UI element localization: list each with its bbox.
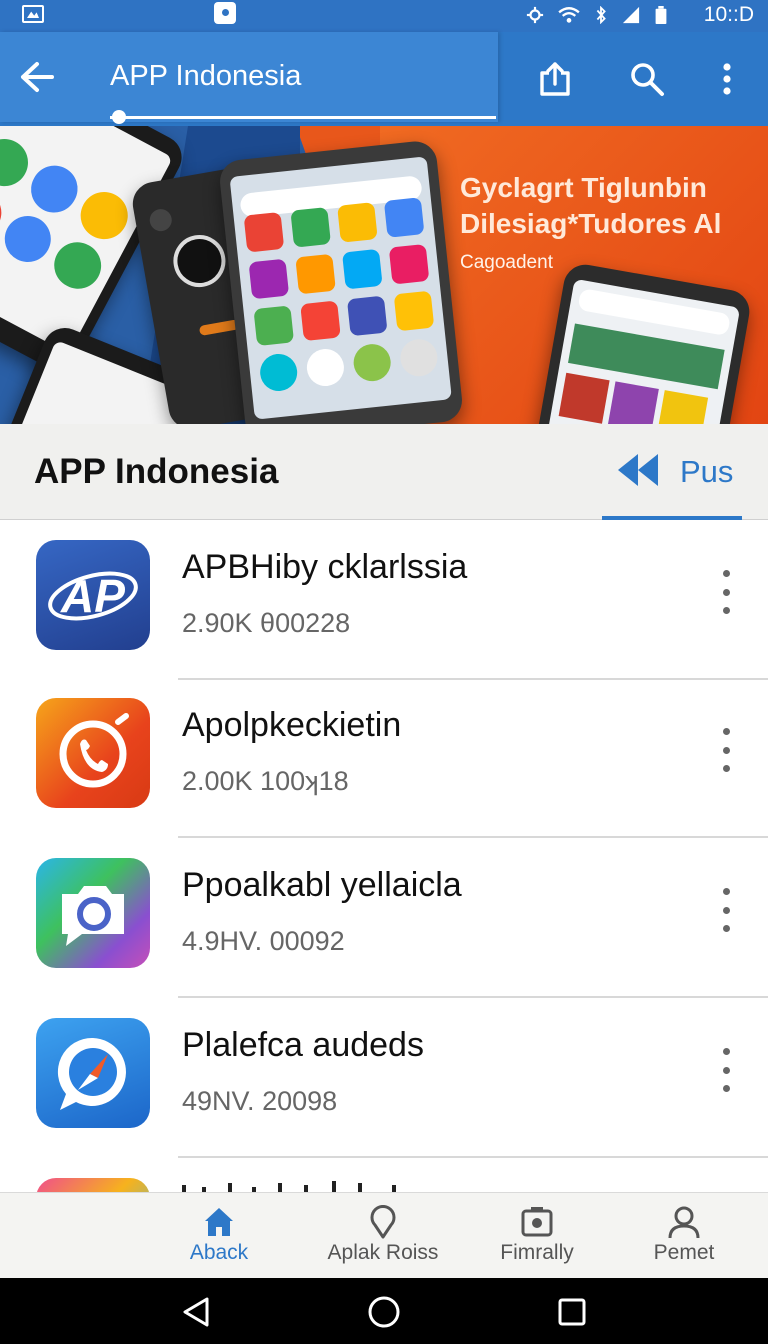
list-item[interactable]: Ppoalkabl yellaicla 4.9HV. 00092 <box>0 838 768 998</box>
phone-image <box>217 139 465 424</box>
nav-label: Aback <box>189 1241 249 1264</box>
banner-headline: Dilesiag*Tudores Al <box>460 208 722 239</box>
person-icon <box>668 1206 700 1239</box>
camera-chat-icon <box>36 858 150 968</box>
nav-item-fimrally[interactable]: Fimrally <box>470 1193 604 1279</box>
bluetooth-icon <box>596 6 606 24</box>
system-recents-button[interactable] <box>552 1292 592 1332</box>
more-vert-icon[interactable] <box>714 1048 738 1092</box>
signal-icon <box>622 6 640 24</box>
app-logo-text: AP <box>60 570 125 622</box>
cursor-handle[interactable] <box>112 110 126 124</box>
nav-item-aplak-roiss[interactable]: Aplak Roiss <box>316 1193 450 1279</box>
list-item[interactable]: AP APBHiby cklarlssia 2.90K θ00228 <box>0 520 768 680</box>
tab-label: Pus <box>680 454 734 489</box>
more-vert-icon[interactable] <box>714 570 738 614</box>
system-back-button[interactable] <box>176 1292 216 1332</box>
square-recents-icon <box>558 1298 586 1326</box>
circle-home-icon <box>368 1296 400 1328</box>
phone-call-icon <box>36 698 150 808</box>
status-time: 10::D <box>703 3 754 26</box>
back-button[interactable] <box>14 54 60 100</box>
app-name: APBHiby cklarlssia <box>182 548 468 586</box>
photo-icon <box>521 1207 553 1237</box>
more-vert-icon[interactable] <box>714 728 738 772</box>
search-button[interactable] <box>622 54 672 104</box>
arrow-left-icon <box>21 62 54 92</box>
battery-icon <box>655 6 667 24</box>
nav-label: Fimrally <box>500 1241 574 1264</box>
tab-pus[interactable]: Pus <box>602 424 742 520</box>
share-icon <box>540 62 570 96</box>
bottom-nav: Aback Aplak Roiss Fimrally Pemet <box>0 1192 768 1278</box>
nav-label: Pemet <box>653 1241 715 1264</box>
system-home-button[interactable] <box>364 1292 404 1332</box>
nav-item-aback[interactable]: Aback <box>160 1193 278 1279</box>
gallery-icon <box>22 5 44 23</box>
app-name: Plalefca audeds <box>182 1026 424 1064</box>
app-list: AP APBHiby cklarlssia 2.90K θ00228 Apolp… <box>0 520 768 1196</box>
system-nav-bar <box>0 1278 768 1344</box>
app-bar-title: APP Indonesia <box>110 60 302 92</box>
search-field[interactable]: APP Indonesia <box>0 32 498 124</box>
more-vert-icon[interactable] <box>714 888 738 932</box>
home-icon <box>205 1208 233 1236</box>
section-title: APP Indonesia <box>34 452 279 491</box>
truncated-app-name <box>182 1180 412 1192</box>
app-name: Ppoalkabl yellaicla <box>182 866 462 904</box>
more-options-button[interactable] <box>702 54 752 104</box>
app-logo: AP <box>36 540 150 650</box>
banner-subtitle: Cagoadent <box>460 252 553 273</box>
nav-item-pemet[interactable]: Pemet <box>624 1193 744 1279</box>
nav-label: Aplak Roiss <box>327 1241 439 1264</box>
search-icon <box>631 63 664 96</box>
app-bar: APP Indonesia <box>0 32 768 126</box>
location-icon <box>370 1205 396 1239</box>
more-vert-icon <box>723 63 731 95</box>
settings-icon <box>526 6 544 24</box>
notification-icon <box>214 2 236 24</box>
triangle-back-icon <box>183 1297 209 1327</box>
wifi-icon <box>558 7 580 23</box>
status-bar: 10::D <box>0 0 768 32</box>
app-meta: 49NV. 20098 <box>182 1086 338 1116</box>
app-meta: 2.00K 100ʞ18 <box>182 766 349 796</box>
app-meta: 2.90K θ00228 <box>182 608 351 638</box>
promo-banner[interactable]: Gyclagrt Tiglunbin Dilesiag*Tudores Al C… <box>0 126 768 424</box>
app-meta: 4.9HV. 00092 <box>182 926 345 956</box>
search-underline <box>110 116 496 119</box>
banner-headline: Gyclagrt Tiglunbin <box>460 172 707 203</box>
share-button[interactable] <box>530 54 580 104</box>
app-name: Apolpkeckietin <box>182 706 402 744</box>
section-header: APP Indonesia Pus <box>0 424 768 520</box>
compass-chat-icon <box>36 1018 150 1128</box>
list-item[interactable]: Apolpkeckietin 2.00K 100ʞ18 <box>0 678 768 838</box>
rewind-icon <box>618 454 658 486</box>
list-item[interactable]: Plalefca audeds 49NV. 20098 <box>0 998 768 1158</box>
